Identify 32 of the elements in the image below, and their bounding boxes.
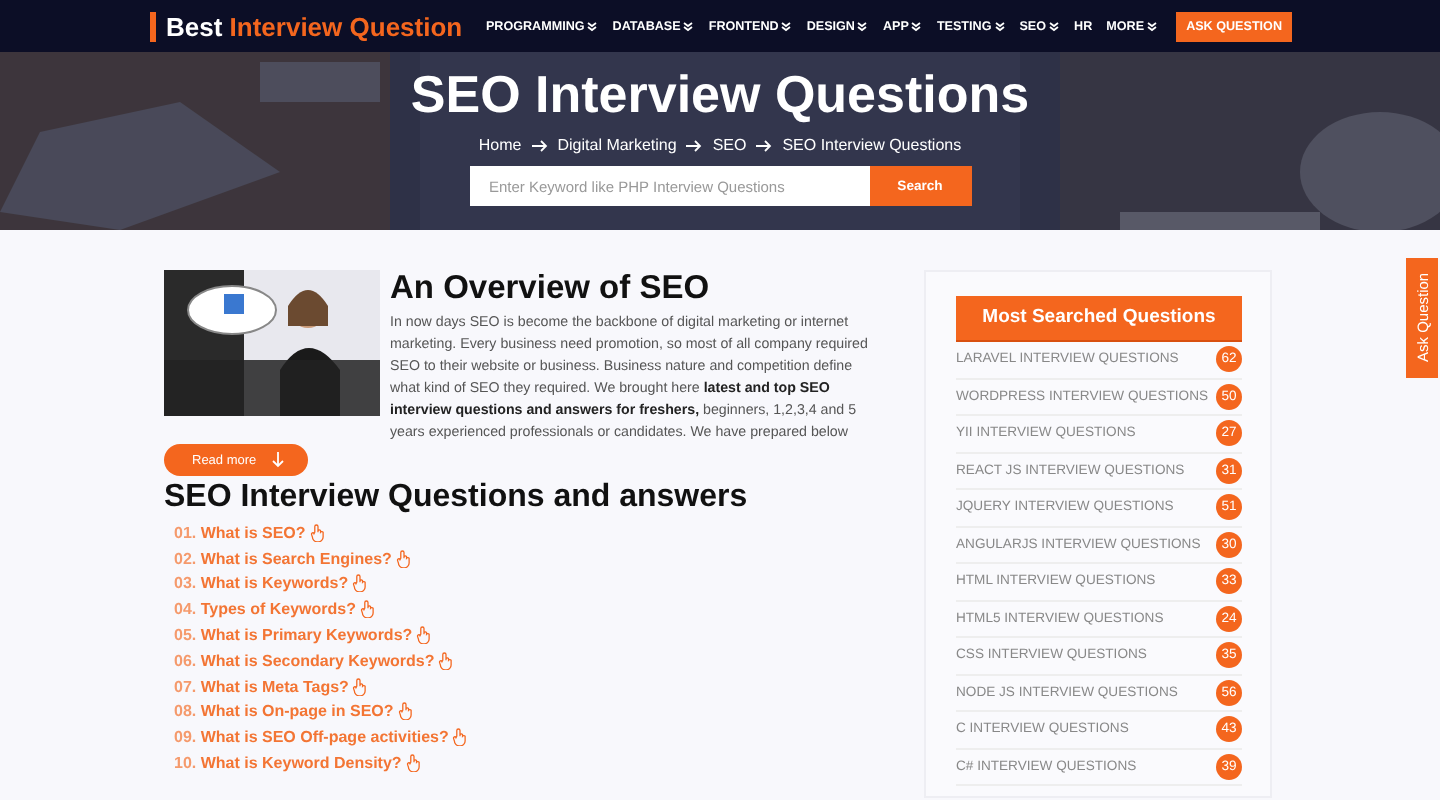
arrow-icon xyxy=(686,139,703,151)
question-link[interactable]: 02. What is Search Engines? xyxy=(174,549,392,568)
question-link[interactable]: 03. What is Keywords? xyxy=(174,574,349,593)
question-link[interactable]: 08. What is On-page in SEO? xyxy=(174,702,394,721)
page-title: SEO Interview Questions xyxy=(410,64,1030,124)
section-title: An Overview of SEO xyxy=(390,270,712,308)
question-link[interactable]: 06. What is Secondary Keywords? xyxy=(174,651,435,670)
arrow-icon xyxy=(531,139,548,151)
question-link[interactable]: 07. What is Meta Tags? xyxy=(174,677,349,696)
hand-pointer-icon xyxy=(405,754,422,773)
hand-pointer-icon xyxy=(416,626,433,645)
arrow-down-icon xyxy=(272,452,285,468)
arrow-icon xyxy=(756,139,773,151)
hand-pointer-icon xyxy=(360,600,376,619)
hand-pointer-icon xyxy=(452,728,469,747)
question-link[interactable]: 01. What is SEO? xyxy=(174,523,306,542)
hand-pointer-icon xyxy=(352,677,369,696)
hand-pointer-icon xyxy=(397,702,414,721)
question-link[interactable]: 04. Types of Keywords? xyxy=(174,600,356,619)
question-link[interactable]: 10. What is Keyword Density? xyxy=(174,754,402,773)
hand-pointer-icon xyxy=(438,651,455,670)
hand-pointer-icon xyxy=(309,523,326,542)
breadcrumb-link[interactable]: Home xyxy=(478,136,522,154)
question-link[interactable]: 09. What is SEO Off-page activities? xyxy=(174,728,449,747)
breadcrumb-link[interactable]: Digital Marketing xyxy=(557,136,677,154)
section-title: SEO Interview Questions and answers xyxy=(164,478,750,516)
hand-pointer-icon xyxy=(395,549,412,568)
question-link[interactable]: 05. What is Primary Keywords? xyxy=(174,626,413,645)
panel-heading: Most Searched Questions xyxy=(956,296,1242,342)
breadcrumb-link[interactable]: SEO xyxy=(712,136,747,154)
logo[interactable]: Best Interview Question xyxy=(150,11,463,41)
hand-pointer-icon xyxy=(352,574,369,593)
